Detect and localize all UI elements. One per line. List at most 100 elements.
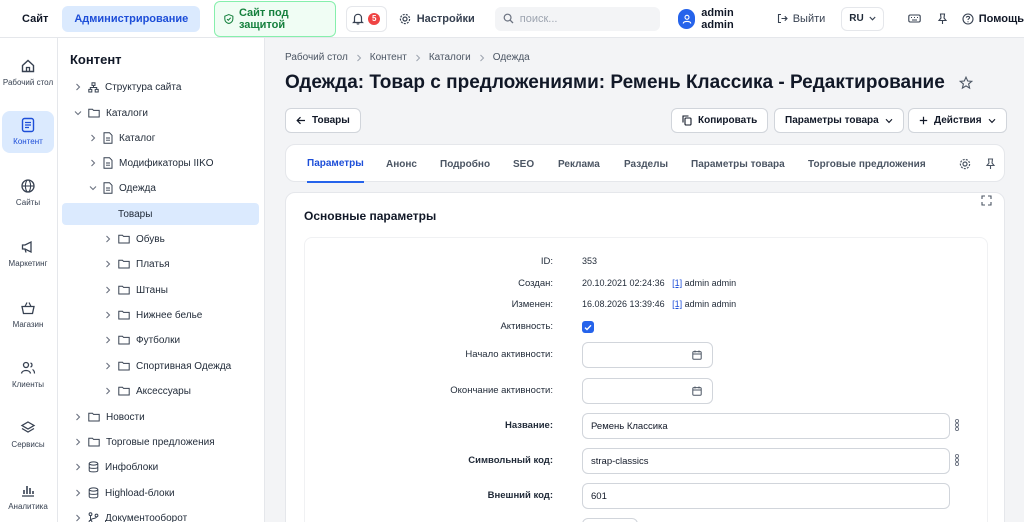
nav-clients-label: Клиенты: [11, 380, 45, 389]
tree-item-docflow[interactable]: Документооборот: [74, 507, 187, 522]
chevron-right-icon: [106, 235, 111, 243]
tab-ads[interactable]: Реклама: [558, 145, 600, 183]
tab-details[interactable]: Подробно: [440, 145, 490, 183]
users-icon: [20, 361, 36, 374]
tab-trade-offers[interactable]: Торговые предложения: [808, 145, 926, 183]
help-button[interactable]: Помощь: [962, 13, 1024, 25]
logout-button[interactable]: Выйти: [777, 13, 825, 25]
settings-button[interactable]: Настройки: [399, 13, 475, 25]
tree-item-trade-offers[interactable]: Торговые предложения: [74, 431, 215, 453]
tree-item-shoes[interactable]: Обувь: [104, 228, 165, 250]
tree-item-underwear[interactable]: Нижнее белье: [104, 304, 202, 326]
folder-icon: [88, 108, 100, 118]
active-from-input[interactable]: [582, 342, 713, 368]
chevron-right-icon: [106, 260, 111, 268]
help-label: Помощь: [978, 12, 1024, 25]
nav-shop-label: Магазин: [12, 320, 44, 329]
tree-item-products[interactable]: Товары: [62, 203, 259, 225]
folder-icon: [118, 285, 130, 295]
tab-sections[interactable]: Разделы: [624, 145, 668, 183]
nav-marketing[interactable]: Маркетинг: [2, 239, 54, 268]
calendar-icon[interactable]: [692, 350, 702, 360]
tree-item-pants[interactable]: Штаны: [104, 279, 168, 301]
nav-services[interactable]: Сервисы: [2, 420, 54, 449]
star-icon[interactable]: [958, 76, 973, 90]
breadcrumb-item[interactable]: Рабочий стол: [285, 52, 348, 63]
tree-item-highload[interactable]: Highload-блоки: [74, 482, 175, 504]
nav-clients[interactable]: Клиенты: [2, 360, 54, 389]
params-form: ID: 353 Создан: 20.10.2021 02:24:36 [1] …: [304, 237, 988, 522]
nav-content[interactable]: Контент: [2, 111, 54, 153]
pin-button[interactable]: [937, 12, 948, 25]
tree-item-accessories[interactable]: Аксессуары: [104, 380, 191, 402]
tree-item-label: Highload-блоки: [105, 487, 175, 499]
nav-shop[interactable]: Магазин: [2, 300, 54, 329]
page-title-row: Одежда: Товар с предложениями: Ремень Кл…: [285, 72, 973, 94]
site-protected-button[interactable]: Сайт под защитой: [214, 0, 336, 37]
tab-product-params[interactable]: Параметры товара: [691, 145, 785, 183]
created-user-link[interactable]: [1]: [672, 278, 682, 288]
tree-item-clothing[interactable]: Одежда: [89, 177, 156, 199]
globe-icon: [21, 179, 35, 193]
database-icon: [88, 487, 99, 499]
tree-item-dresses[interactable]: Платья: [104, 253, 170, 275]
keyboard-button[interactable]: [908, 13, 921, 24]
name-input[interactable]: [591, 420, 949, 432]
id-value: 353: [582, 256, 598, 266]
avatar: [677, 8, 696, 29]
drag-handle-icon[interactable]: [954, 453, 960, 467]
folder-icon: [118, 234, 130, 244]
notifications-button[interactable]: 5: [345, 5, 387, 32]
search-input[interactable]: [519, 12, 660, 25]
tree-item-infoblocks[interactable]: Инфоблоки: [74, 456, 158, 478]
gear-icon[interactable]: [959, 158, 971, 170]
tree-item-iiko-modifiers[interactable]: Модификаторы IIKO: [89, 152, 214, 174]
tree-item-site-structure[interactable]: Структура сайта: [74, 76, 181, 98]
tree-item-catalog[interactable]: Каталог: [89, 127, 155, 149]
modified-user-link[interactable]: [1]: [672, 299, 682, 309]
expand-icon[interactable]: [981, 195, 992, 206]
calendar-icon[interactable]: [692, 386, 702, 396]
tab-params[interactable]: Параметры: [307, 145, 364, 183]
nav-sites[interactable]: Сайты: [2, 178, 54, 207]
shield-check-icon: [224, 13, 234, 24]
tree-item-label: Нижнее белье: [136, 309, 203, 321]
user-menu[interactable]: admin admin: [677, 7, 761, 31]
arrow-left-icon: [296, 116, 305, 125]
tree-item-news[interactable]: Новости: [74, 406, 145, 428]
megaphone-icon: [21, 240, 32, 254]
xml-id-input[interactable]: [591, 490, 949, 502]
pin-icon[interactable]: [985, 158, 996, 170]
notifications-count-badge: 5: [368, 12, 381, 25]
chevron-right-icon: [76, 463, 81, 471]
document-icon: [21, 118, 35, 133]
code-input[interactable]: [591, 455, 949, 467]
xml-id-field: [582, 483, 950, 509]
actions-button[interactable]: Действия: [908, 108, 1007, 133]
breadcrumb-item[interactable]: Контент: [370, 52, 407, 63]
breadcrumb-item[interactable]: Каталоги: [429, 52, 471, 63]
language-select[interactable]: RU: [841, 6, 884, 31]
active-checkbox[interactable]: [582, 321, 594, 333]
tab-seo[interactable]: SEO: [513, 145, 534, 183]
back-to-products-button[interactable]: Товары: [285, 108, 361, 133]
tree-item-tshirts[interactable]: Футболки: [104, 329, 180, 351]
tree-item-sportswear[interactable]: Спортивная Одежда: [104, 355, 231, 377]
tab-preview[interactable]: Анонс: [386, 145, 417, 183]
breadcrumb-item[interactable]: Одежда: [493, 52, 530, 63]
admin-tab[interactable]: Администрирование: [62, 5, 201, 32]
copy-button[interactable]: Копировать: [671, 108, 769, 133]
next-field[interactable]: [582, 518, 638, 522]
nav-analytics[interactable]: Аналитика: [2, 482, 54, 511]
nav-desktop[interactable]: Рабочий стол: [2, 58, 54, 87]
active-to-input[interactable]: [582, 378, 713, 404]
site-tab[interactable]: Сайт: [12, 7, 58, 31]
product-params-button[interactable]: Параметры товара: [774, 108, 904, 133]
section-title: Основные параметры: [304, 209, 437, 223]
drag-handle-icon[interactable]: [954, 418, 960, 432]
nav-marketing-label: Маркетинг: [8, 259, 48, 268]
tree-item-catalogs[interactable]: Каталоги: [74, 102, 148, 124]
tree-item-label: Инфоблоки: [105, 461, 159, 473]
gear-icon: [399, 13, 410, 24]
help-icon: [962, 12, 974, 25]
